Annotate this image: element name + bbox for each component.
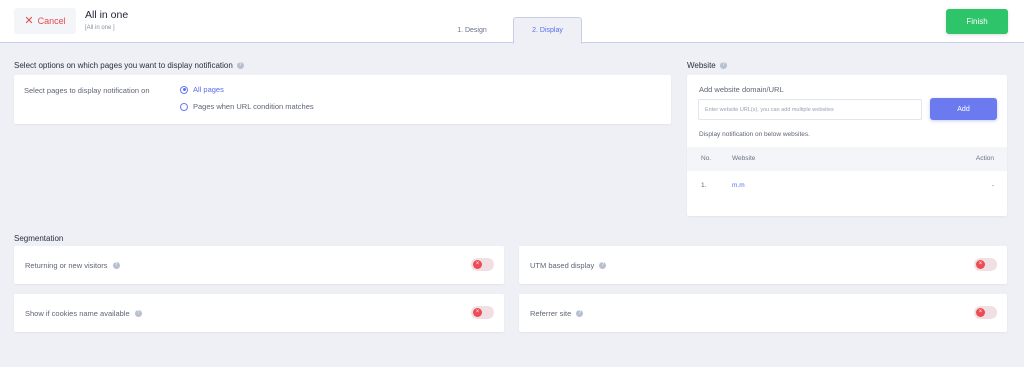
help-icon[interactable]: ? <box>576 309 584 317</box>
toggle-off-icon: × <box>976 260 985 269</box>
table-row: 1. m.m - <box>687 174 1007 202</box>
cancel-label: Cancel <box>37 16 66 26</box>
tab-design[interactable]: 1. Design <box>442 18 502 43</box>
add-website-button[interactable]: Add <box>930 98 997 120</box>
top-bar: ✕ Cancel All in one [All in one ] 1. Des… <box>0 0 1024 44</box>
website-table-header: No. Website Action <box>687 147 1007 171</box>
column-header-website: Website <box>732 155 756 162</box>
help-icon[interactable]: ? <box>236 62 244 69</box>
returning-visitors-toggle[interactable]: × <box>471 258 494 271</box>
pages-section-heading: Select options on which pages you want t… <box>14 61 244 70</box>
website-card: Add website domain/URL Add Display notif… <box>687 75 1007 216</box>
display-note: Display notification on below websites. <box>699 131 810 138</box>
help-icon[interactable]: ? <box>719 62 727 69</box>
radio-unselected-icon[interactable] <box>180 102 188 111</box>
utm-display-toggle[interactable]: × <box>974 258 997 271</box>
segment-label: Show if cookies name available <box>25 308 130 318</box>
help-icon[interactable]: ? <box>599 261 607 269</box>
segment-returning-visitors: Returning or new visitors ? × <box>14 246 504 284</box>
website-section-heading: Website ? <box>687 61 727 70</box>
segment-label: Referrer site <box>530 308 572 318</box>
segment-label: Returning or new visitors <box>25 260 108 270</box>
row-website-link[interactable]: m.m <box>732 182 745 189</box>
page-title: All in one <box>85 9 129 21</box>
toggle-off-icon: × <box>473 308 482 317</box>
radio-selected-icon[interactable] <box>180 85 188 94</box>
add-website-label: Add website domain/URL <box>699 85 784 94</box>
segment-cookies-name: Show if cookies name available ? × <box>14 294 504 332</box>
close-icon: ✕ <box>24 14 34 27</box>
toggle-off-icon: × <box>473 260 482 269</box>
finish-button[interactable]: Finish <box>946 9 1008 34</box>
tab-display[interactable]: 2. Display <box>513 17 582 44</box>
segment-referrer-site: Referrer site ? × <box>519 294 1007 332</box>
help-icon[interactable]: ? <box>112 261 120 269</box>
segment-label: UTM based display <box>530 260 595 270</box>
referrer-site-toggle[interactable]: × <box>974 306 997 319</box>
radio-all-pages[interactable]: All pages <box>180 85 224 94</box>
cancel-button[interactable]: ✕ Cancel <box>14 8 76 34</box>
radio-url-condition[interactable]: Pages when URL condition matches <box>180 102 314 111</box>
page-subtitle: [All in one ] <box>85 25 115 31</box>
help-icon[interactable]: ? <box>134 309 142 317</box>
website-heading-text: Website <box>687 61 716 70</box>
column-header-no: No. <box>701 155 712 162</box>
column-header-action: Action <box>975 155 994 162</box>
website-url-input[interactable] <box>698 99 922 120</box>
pages-heading-text: Select options on which pages you want t… <box>14 61 233 70</box>
row-number: 1. <box>701 182 707 189</box>
row-action: - <box>991 182 994 189</box>
radio-all-pages-label: All pages <box>193 85 224 94</box>
toggle-off-icon: × <box>976 308 985 317</box>
cookies-name-toggle[interactable]: × <box>471 306 494 319</box>
pages-card: Select pages to display notification on … <box>14 75 671 124</box>
segment-utm-display: UTM based display ? × <box>519 246 1007 284</box>
segmentation-heading: Segmentation <box>14 234 64 243</box>
radio-url-condition-label: Pages when URL condition matches <box>193 102 314 111</box>
pages-label: Select pages to display notification on <box>24 86 150 95</box>
